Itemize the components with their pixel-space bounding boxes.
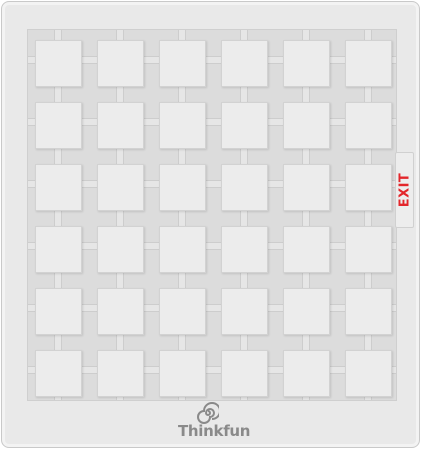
- board-cell[interactable]: [345, 102, 392, 149]
- board-cell[interactable]: [159, 164, 206, 211]
- board-cell[interactable]: [283, 226, 330, 273]
- board-cell[interactable]: [283, 164, 330, 211]
- board-cell[interactable]: [97, 350, 144, 397]
- board-cell[interactable]: [345, 288, 392, 335]
- game-board: [1, 1, 420, 448]
- swirl-icon: [197, 402, 219, 424]
- grid-rail: [28, 242, 396, 250]
- board-cell[interactable]: [221, 164, 268, 211]
- board-cell[interactable]: [221, 40, 268, 87]
- grid-rail: [28, 180, 396, 188]
- board-cell[interactable]: [221, 350, 268, 397]
- board-cell[interactable]: [159, 102, 206, 149]
- board-cell[interactable]: [221, 288, 268, 335]
- grid-rail: [28, 366, 396, 374]
- board-cell[interactable]: [283, 288, 330, 335]
- board-cell[interactable]: [35, 350, 82, 397]
- grid-tray: [27, 29, 397, 401]
- thinkfun-logo: Thinkfun: [178, 402, 251, 440]
- board-cell[interactable]: [35, 288, 82, 335]
- board-cell[interactable]: [283, 102, 330, 149]
- board-cell[interactable]: [35, 102, 82, 149]
- exit-label: EXIT: [397, 172, 412, 208]
- board-cell[interactable]: [283, 40, 330, 87]
- board-cell[interactable]: [97, 226, 144, 273]
- logo-text: Thinkfun: [178, 422, 251, 440]
- board-cell[interactable]: [345, 226, 392, 273]
- grid-rail: [28, 118, 396, 126]
- board-cell[interactable]: [221, 102, 268, 149]
- board-cell[interactable]: [97, 164, 144, 211]
- board-cell[interactable]: [35, 226, 82, 273]
- board-cell[interactable]: [159, 350, 206, 397]
- board-cell[interactable]: [345, 164, 392, 211]
- exit-marker: EXIT: [395, 152, 414, 228]
- board-cell[interactable]: [221, 226, 268, 273]
- board-cell[interactable]: [345, 40, 392, 87]
- board-cell[interactable]: [159, 288, 206, 335]
- board-cell[interactable]: [283, 350, 330, 397]
- board-cell[interactable]: [35, 164, 82, 211]
- board-cell[interactable]: [35, 40, 82, 87]
- board-cell[interactable]: [97, 40, 144, 87]
- grid-rail: [28, 56, 396, 64]
- grid-rail: [28, 304, 396, 312]
- board-cell[interactable]: [159, 226, 206, 273]
- board-cell[interactable]: [345, 350, 392, 397]
- board-cell[interactable]: [97, 102, 144, 149]
- board-cell[interactable]: [97, 288, 144, 335]
- board-cell[interactable]: [159, 40, 206, 87]
